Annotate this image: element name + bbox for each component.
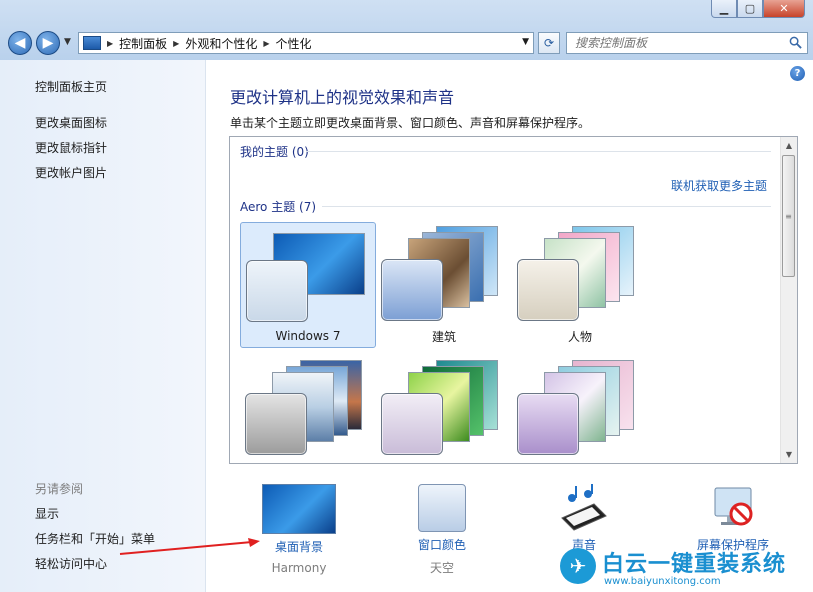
see-also-link-display[interactable]: 显示 [35,505,59,522]
breadcrumb-item[interactable]: 外观和个性化 [185,35,257,52]
theme-window-color-swatch [517,259,579,321]
breadcrumb-item[interactable]: 个性化 [276,35,312,52]
aero-themes-heading: Aero 主题 (7) [240,200,317,214]
breadcrumb-separator-icon[interactable]: ▶ [107,39,113,48]
breadcrumb-item[interactable]: 控制面板 [119,35,167,52]
theme-window-color-swatch [381,393,443,455]
theme-list[interactable]: 我的主题 (0) 联机获取更多主题 Aero 主题 (7) Windows 7 … [229,136,798,464]
back-button[interactable]: ◀ [8,31,32,55]
theme-landscapes[interactable]: 风景 [240,356,376,463]
theme-characters[interactable]: 人物 [512,222,648,348]
see-also-link-ease-of-access[interactable]: 轻松访问中心 [35,555,107,572]
page-title: 更改计算机上的视觉效果和声音 [230,88,455,107]
bird-logo-icon: ✈ [560,548,596,584]
refresh-button[interactable]: ⟳ [538,32,560,54]
desktop-background-value: Harmony [271,561,327,575]
breadcrumb-separator-icon[interactable]: ▶ [173,39,179,48]
control-panel-icon [83,36,101,50]
sidebar-link-control-panel-home[interactable]: 控制面板主页 [35,78,107,95]
theme-window-color-swatch [517,393,579,455]
window-color-label[interactable]: 窗口颜色 [387,536,497,553]
sidebar-link-mouse-pointers[interactable]: 更改鼠标指针 [35,139,107,156]
theme-list-scrollbar[interactable]: ▲ ≡ ▼ [780,137,797,463]
search-icon[interactable] [789,36,802,49]
forward-arrow-icon: ▶ [42,35,54,51]
desktop-background-setting[interactable]: 桌面背景 Harmony [244,484,354,575]
refresh-icon: ⟳ [543,36,555,50]
theme-label: 人物 [567,330,592,344]
sounds-icon [561,484,607,531]
theme-label: 风景 [240,462,376,463]
theme-label: 建筑 [431,330,456,344]
watermark-url: www.baiyunxitong.com [604,576,721,587]
close-button[interactable]: ✕ [763,0,805,18]
screen-saver-icon [714,487,753,526]
scroll-up-arrow-icon[interactable]: ▲ [781,137,797,154]
red-annotation-arrow-icon [119,538,260,555]
theme-windows-7[interactable]: Windows 7 [240,222,376,348]
address-dropdown-icon[interactable]: ▼ [522,37,529,47]
watermark: ✈ 白云一键重装系统 www.baiyunxitong.com [560,544,813,592]
theme-label: 场景 [512,462,648,463]
main-content: ? 更改计算机上的视觉效果和声音 单击某个主题立即更改桌面背景、窗口颜色、声音和… [206,60,813,592]
maximize-icon: ▢ [744,2,756,15]
theme-window-color-swatch [381,259,443,321]
maximize-button[interactable]: ▢ [737,0,763,18]
window-color-icon [418,484,466,532]
theme-scenes[interactable]: 场景 [512,356,648,463]
left-navigation-pane: 控制面板主页 更改桌面图标 更改鼠标指针 更改帐户图片 另请参阅 显示 任务栏和… [0,60,206,592]
minimize-icon: ▁ [719,2,729,15]
close-icon: ✕ [779,2,789,15]
address-bar[interactable]: ▶ 控制面板 ▶ 外观和个性化 ▶ 个性化 ▼ [78,32,534,54]
see-also-heading: 另请参阅 [35,482,84,496]
back-arrow-icon: ◀ [14,35,26,51]
minimize-button[interactable]: ▁ [711,0,737,18]
window-titlebar: ▁ ▢ ✕ ◀ ▶ ▼ ▶ 控制面板 ▶ 外观和个性化 ▶ 个性化 ▼ ⟳ [0,0,813,60]
theme-label: 自然 [376,462,512,463]
sidebar-link-account-picture[interactable]: 更改帐户图片 [35,164,107,181]
my-themes-heading: 我的主题 (0) [240,145,309,159]
theme-architecture[interactable]: 建筑 [376,222,512,348]
recent-pages-dropdown[interactable]: ▼ [64,37,71,47]
get-more-themes-link[interactable]: 联机获取更多主题 [671,177,767,194]
page-description: 单击某个主题立即更改桌面背景、窗口颜色、声音和屏幕保护程序。 [230,116,591,130]
watermark-brand: 白云一键重装系统 [602,552,787,577]
theme-window-color-swatch [246,260,308,322]
window-controls: ▁ ▢ ✕ [711,0,805,18]
theme-window-color-swatch [245,393,307,455]
group-divider [322,206,771,207]
window-color-setting[interactable]: 窗口颜色 天空 [387,484,497,576]
breadcrumb-separator-icon[interactable]: ▶ [263,39,269,48]
group-divider [306,151,771,152]
search-box[interactable] [566,32,808,54]
help-icon[interactable]: ? [790,66,805,81]
sidebar-link-desktop-icons[interactable]: 更改桌面图标 [35,114,107,131]
desktop-background-icon [262,484,336,534]
forward-button[interactable]: ▶ [36,31,60,55]
scrollbar-thumb[interactable]: ≡ [782,155,795,277]
theme-nature[interactable]: 自然 [376,356,512,463]
theme-label: Windows 7 [275,329,341,343]
scroll-down-arrow-icon[interactable]: ▼ [781,446,797,463]
search-input[interactable] [573,35,789,51]
window-color-value: 天空 [429,561,454,575]
